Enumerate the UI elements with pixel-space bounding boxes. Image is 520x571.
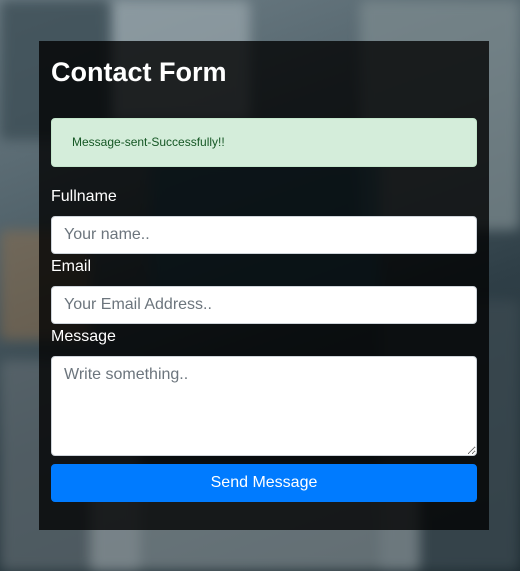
message-label: Message xyxy=(51,328,116,345)
email-label: Email xyxy=(51,258,92,275)
form-title: Contact Form xyxy=(51,57,227,87)
message-textarea[interactable] xyxy=(51,356,477,456)
send-message-button[interactable]: Send Message xyxy=(51,464,477,502)
contact-form-panel: Contact Form Message-sent-Successfully!!… xyxy=(39,41,489,530)
fullname-input[interactable] xyxy=(51,216,477,254)
email-input[interactable] xyxy=(51,286,477,324)
success-alert: Message-sent-Successfully!! xyxy=(51,118,477,167)
fullname-label: Fullname xyxy=(51,188,117,205)
